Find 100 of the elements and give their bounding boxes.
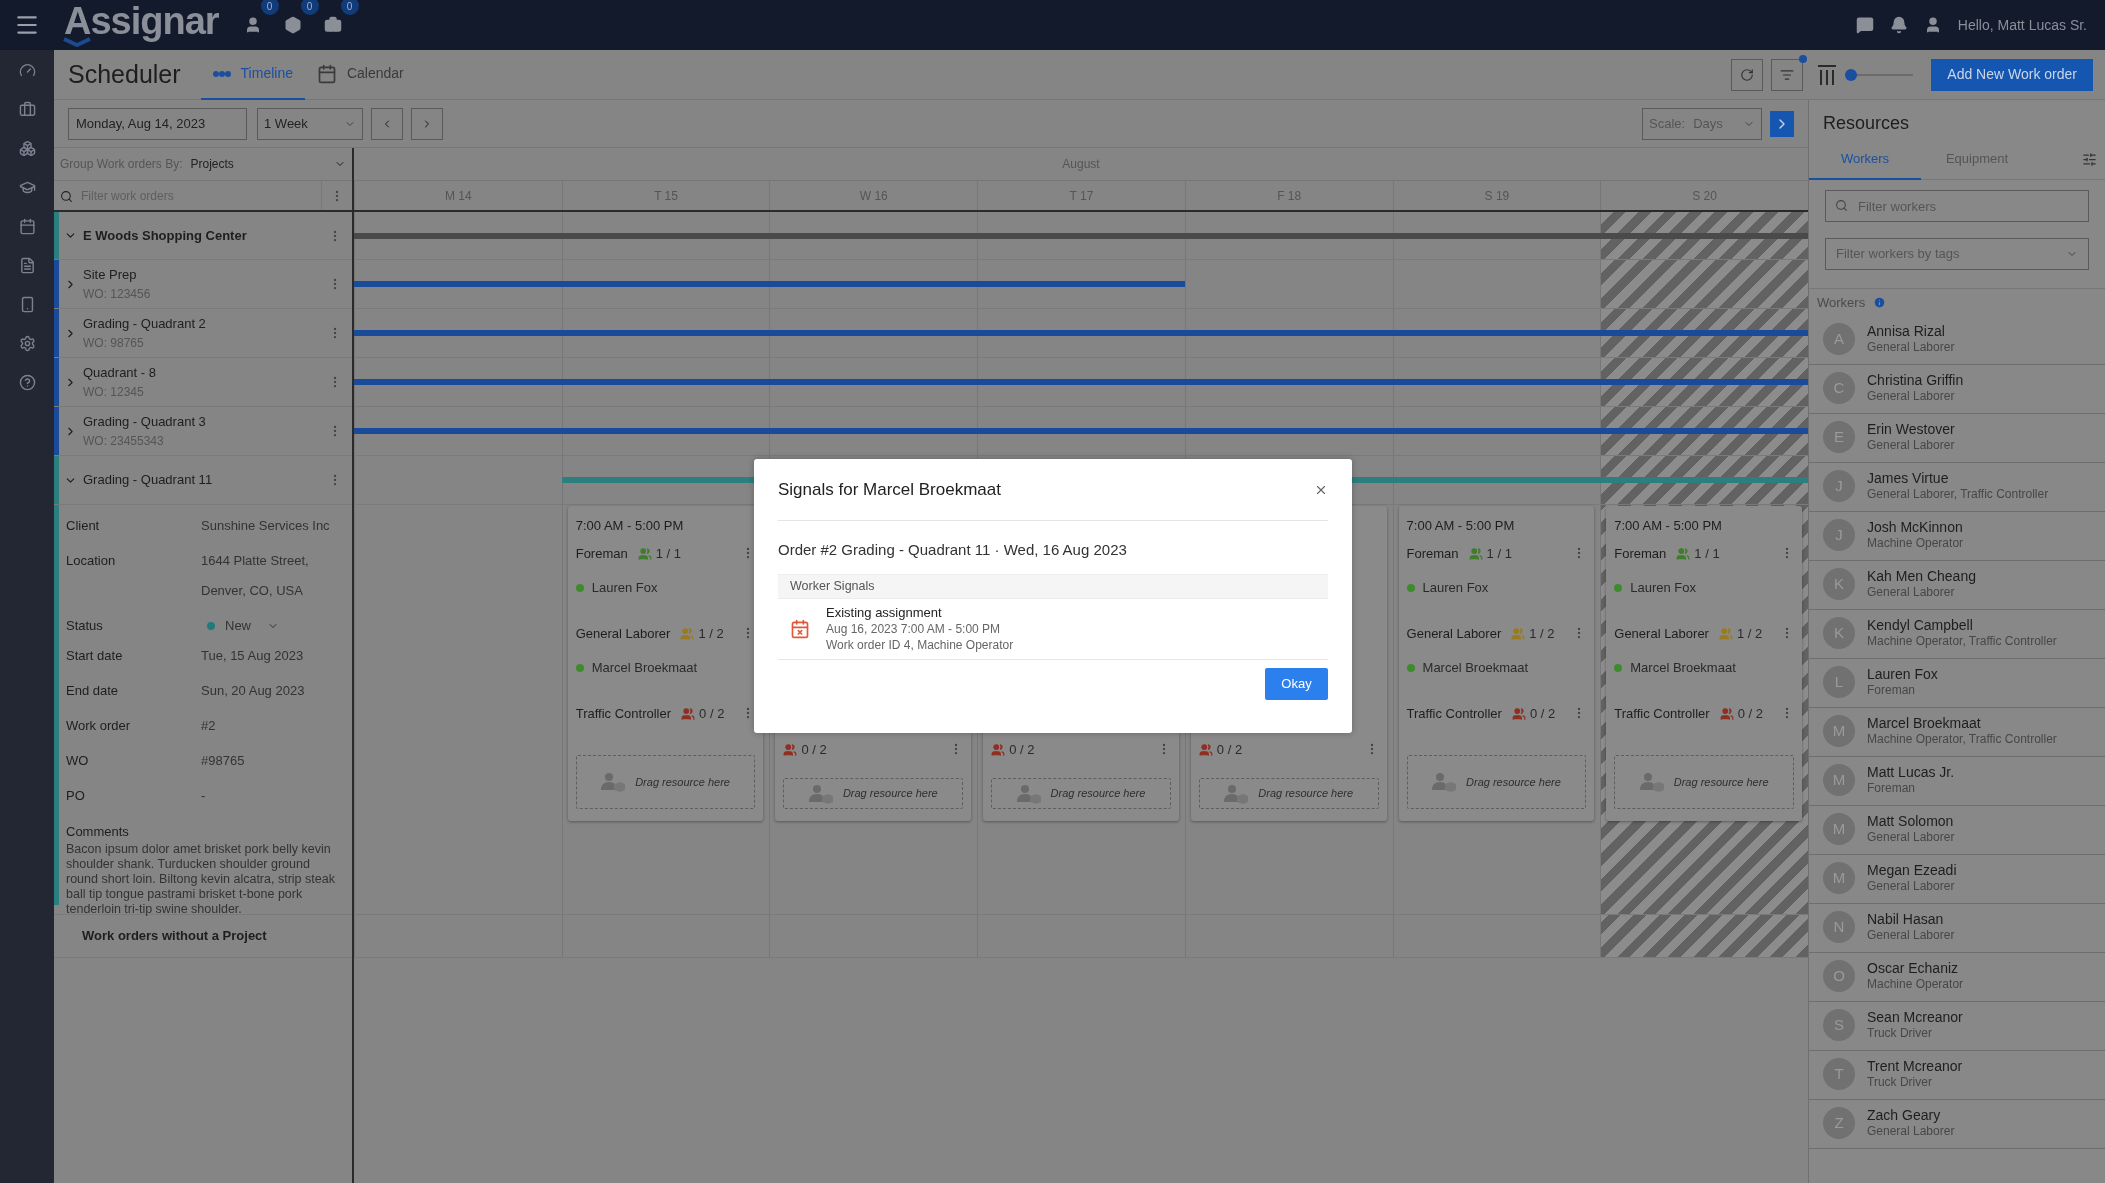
group-by-select[interactable]: Projects bbox=[190, 155, 346, 173]
assigned-worker[interactable]: Marcel Broekmaat bbox=[591, 658, 698, 678]
comments-text: Bacon ipsum dolor amet brisket pork belly kevin shoulder shank. Turducken shoulder ground round short loin. Biltong kevin alcatra, strip steak ball tip tongue pastrami brisket t-bone pork tenderloin tri-tip swine shoulder. bbox=[66, 842, 336, 917]
assigned-worker[interactable]: Marcel Broekmaat bbox=[1422, 658, 1529, 678]
count-badge: 0 bbox=[340, 0, 359, 15]
assigned-worker[interactable]: Lauren Fox bbox=[591, 578, 658, 598]
notifications-icon[interactable] bbox=[1889, 16, 1908, 34]
view-tab[interactable]: Calendar bbox=[304, 49, 416, 100]
graduation-cap-icon[interactable] bbox=[18, 179, 36, 196]
shift-time: 7:00 AM - 5:00 PM bbox=[575, 517, 685, 536]
briefcase-icon[interactable] bbox=[18, 101, 36, 118]
calendar-icon[interactable] bbox=[18, 218, 36, 235]
zoom-slider[interactable] bbox=[1845, 67, 1914, 82]
info-icon bbox=[1873, 296, 1887, 309]
work-order-name[interactable]: Grading - Quadrant 2 bbox=[83, 314, 328, 334]
settings-icon[interactable] bbox=[18, 335, 36, 352]
worker-roles: Machine Operator bbox=[1867, 977, 1964, 992]
worker-roles: General Laborer bbox=[1867, 340, 1955, 355]
work-order-name[interactable]: Site Prep bbox=[83, 265, 328, 285]
search-icon bbox=[1835, 199, 1848, 212]
worker-name: Kendyl Campbell bbox=[1867, 617, 1974, 634]
worker-roles: General Laborer bbox=[1867, 389, 1956, 404]
worker-roles: Machine Operator, Traffic Controller bbox=[1867, 634, 2057, 649]
signal-title: Existing assignment bbox=[826, 604, 943, 621]
detail-value: #2 bbox=[201, 717, 216, 735]
search-icon bbox=[60, 190, 73, 203]
worker-roles: General Laborer bbox=[1867, 830, 1955, 845]
shift-time: 7:00 AM - 5:00 PM bbox=[1406, 517, 1516, 536]
assigned-worker[interactable]: Marcel Broekmaat bbox=[1630, 658, 1736, 678]
work-order-name[interactable]: Grading - Quadrant 11 bbox=[83, 470, 328, 490]
person-box-icon bbox=[1224, 783, 1249, 804]
worker-roles: General Laborer bbox=[1867, 438, 1955, 453]
slider-thumb[interactable] bbox=[1845, 68, 1858, 81]
detail-value: #98765 bbox=[201, 752, 245, 770]
work-order-name[interactable]: Grading - Quadrant 3 bbox=[83, 412, 328, 432]
status-dropdown[interactable]: New bbox=[207, 616, 279, 636]
assigned-worker[interactable]: Lauren Fox bbox=[1422, 578, 1489, 598]
worker-name: Matt Lucas Jr. bbox=[1867, 764, 1955, 781]
document-icon[interactable] bbox=[18, 257, 36, 274]
worker-roles: General Laborer bbox=[1867, 879, 1956, 894]
columns-icon[interactable] bbox=[1817, 63, 1838, 86]
worker-name: Zach Geary bbox=[1867, 1107, 1942, 1124]
shift-time: 7:00 AM - 5:00 PM bbox=[1614, 517, 1723, 536]
project-name[interactable]: E Woods Shopping Center bbox=[83, 225, 328, 246]
detail-label: Client bbox=[66, 517, 101, 535]
staffing-count: 0 / 2 bbox=[1529, 705, 1556, 723]
role-name: Foreman bbox=[1406, 545, 1459, 563]
signal-detail: Work order ID 4, Machine Operator bbox=[826, 636, 1014, 653]
person-box-icon bbox=[601, 772, 626, 792]
filter-button[interactable] bbox=[1771, 58, 1804, 91]
filter-icon bbox=[1780, 67, 1795, 82]
staffing-count: 1 / 2 bbox=[1736, 625, 1763, 643]
detail-label: PO bbox=[66, 787, 86, 805]
collapse-panel-button[interactable] bbox=[1770, 110, 1794, 137]
worker-name: James Virtue bbox=[1867, 470, 1950, 487]
briefcase-icon[interactable] bbox=[323, 16, 342, 34]
resource-tab[interactable]: Workers bbox=[1809, 139, 1921, 180]
range-value: 1 Week bbox=[264, 114, 309, 133]
okay-button[interactable]: Okay bbox=[1265, 667, 1328, 700]
calendar-x-icon bbox=[790, 618, 810, 639]
worker-name: Oscar Echaniz bbox=[1867, 960, 1960, 977]
group-heading: Work orders without a Project bbox=[82, 927, 267, 946]
help-icon[interactable] bbox=[18, 374, 36, 391]
worker-name: Nabil Hasan bbox=[1867, 911, 1945, 928]
drop-hint: Drag resource here bbox=[1466, 774, 1561, 790]
cube-icon[interactable] bbox=[283, 16, 302, 34]
page-title: Scheduler bbox=[68, 58, 181, 90]
settings-icon[interactable] bbox=[2082, 152, 2097, 167]
chat-icon[interactable] bbox=[1855, 16, 1874, 34]
detail-label: End date bbox=[66, 682, 120, 700]
assigned-worker[interactable]: Lauren Fox bbox=[1630, 578, 1697, 598]
work-order-name[interactable]: Quadrant - 8 bbox=[83, 363, 328, 383]
greeting[interactable]: Hello, Matt Lucas Sr. bbox=[1957, 14, 2087, 36]
staffing-count: 0 / 2 bbox=[699, 705, 725, 723]
drop-hint: Drag resource here bbox=[1258, 786, 1354, 802]
comments-label: Comments bbox=[66, 823, 130, 841]
range-select[interactable]: 1 Week bbox=[257, 107, 363, 140]
logo: Assignar bbox=[64, 1, 219, 41]
boxes-icon[interactable] bbox=[18, 140, 36, 157]
date-field[interactable]: Monday, Aug 14, 2023 bbox=[68, 107, 247, 140]
staffing-count: 0 / 2 bbox=[1009, 741, 1035, 759]
worker-roles: General Laborer bbox=[1867, 928, 1955, 943]
drop-hint: Drag resource here bbox=[842, 786, 938, 802]
panel-title: Resources bbox=[1822, 112, 1911, 135]
gauge-icon[interactable] bbox=[18, 62, 36, 79]
count-badge: 0 bbox=[260, 0, 279, 15]
worker-name: Erin Westover bbox=[1867, 421, 1955, 438]
role-name: General Laborer bbox=[1614, 625, 1709, 643]
section-header: Worker Signals bbox=[778, 573, 1328, 599]
add-work-order-button[interactable]: Add New Work order bbox=[1931, 58, 2093, 91]
person-box-icon bbox=[808, 783, 833, 804]
role-name: Foreman bbox=[1614, 545, 1667, 563]
worker-name: Lauren Fox bbox=[1867, 666, 1938, 683]
drop-hint: Drag resource here bbox=[1673, 774, 1769, 790]
worker-roles: Foreman bbox=[1867, 781, 1917, 796]
drop-hint: Drag resource here bbox=[635, 774, 730, 790]
staffing-count: 0 / 2 bbox=[801, 741, 827, 759]
worker-roles: Foreman bbox=[1867, 683, 1917, 698]
role-name: Foreman bbox=[575, 545, 628, 563]
refresh-button[interactable] bbox=[1731, 58, 1764, 91]
